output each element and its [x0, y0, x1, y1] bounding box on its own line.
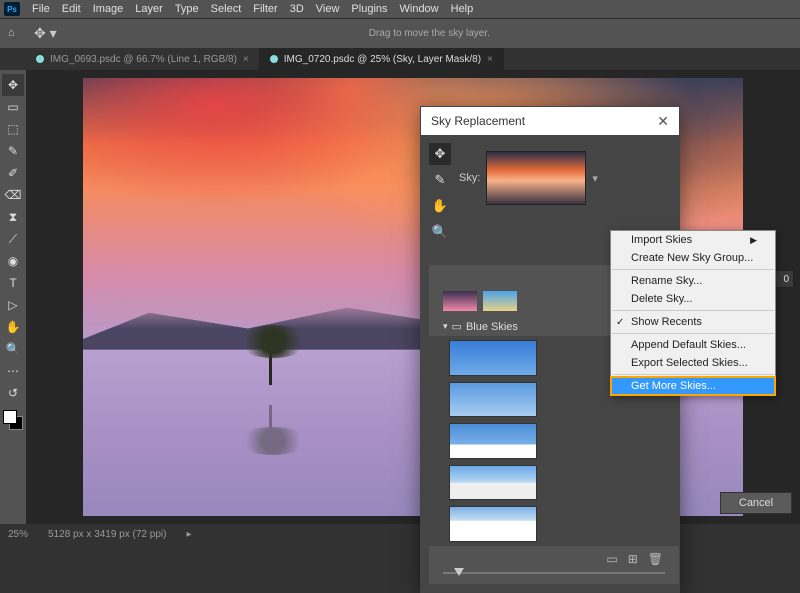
tab-label: IMG_0720.psdc @ 25% (Sky, Layer Mask/8) — [284, 54, 481, 65]
tools-panel: ✥▭⬚✎✐⌫⧗⟋◉T▷✋🔍⋯↺ — [0, 70, 26, 524]
image-dimensions: 5128 px x 3419 px (72 ppi) — [48, 529, 166, 540]
hand-tool[interactable]: ✋ — [429, 195, 451, 217]
menu-3d[interactable]: 3D — [284, 2, 310, 16]
dialog-title: Sky Replacement — [431, 114, 525, 128]
menu-separator — [612, 310, 774, 311]
tool-button[interactable]: ✥ — [2, 74, 24, 96]
tool-button[interactable]: ⬚ — [2, 118, 24, 140]
cloud-icon — [270, 55, 278, 63]
tool-button[interactable]: ✎ — [2, 140, 24, 162]
menu-item-label: Append Default Skies... — [631, 339, 746, 351]
sky-preset-thumb[interactable] — [449, 465, 537, 501]
menu-edit[interactable]: Edit — [56, 2, 87, 16]
tab-label: IMG_0693.psdc @ 66.7% (Line 1, RGB/8) — [50, 54, 237, 65]
menu-item[interactable]: ✓ Show Recents — [611, 313, 775, 331]
tool-button[interactable]: ↺ — [2, 382, 24, 404]
close-icon[interactable]: × — [243, 54, 249, 65]
menu-image[interactable]: Image — [87, 2, 130, 16]
menu-separator — [612, 269, 774, 270]
zoom-level[interactable]: 25% — [8, 529, 28, 540]
menu-filter[interactable]: Filter — [247, 2, 283, 16]
tool-button[interactable]: ✋ — [2, 316, 24, 338]
status-bar: 25% 5128 px x 3419 px (72 ppi) ▸ — [0, 524, 800, 544]
move-sky-tool[interactable]: ✥ — [429, 143, 451, 165]
cloud-icon — [36, 55, 44, 63]
home-icon[interactable]: ⌂ — [8, 27, 24, 41]
app-logo: Ps — [4, 2, 20, 16]
dialog-titlebar[interactable]: Sky Replacement ✕ — [421, 107, 679, 135]
document-tab[interactable]: IMG_0720.psdc @ 25% (Sky, Layer Mask/8) × — [260, 48, 504, 70]
tool-button[interactable]: 🔍 — [2, 338, 24, 360]
document-tab[interactable]: IMG_0693.psdc @ 66.7% (Line 1, RGB/8) × — [26, 48, 260, 70]
tool-button[interactable]: ⟋ — [2, 228, 24, 250]
menu-view[interactable]: View — [310, 2, 346, 16]
menu-item-label: Import Skies — [631, 234, 692, 246]
hint-text: Drag to move the sky layer. — [67, 28, 792, 39]
tool-button[interactable]: ✐ — [2, 162, 24, 184]
recent-sky-thumb[interactable] — [483, 291, 517, 311]
tool-button[interactable]: ⋯ — [2, 360, 24, 382]
trash-icon[interactable]: 🗑 — [648, 552, 663, 566]
cancel-button[interactable]: Cancel — [720, 492, 792, 514]
menu-window[interactable]: Window — [394, 2, 445, 16]
tool-button[interactable]: ⌫ — [2, 184, 24, 206]
chevron-down-icon: ▾ — [443, 321, 448, 332]
document-tabs: IMG_0693.psdc @ 66.7% (Line 1, RGB/8)×IM… — [0, 48, 800, 70]
sky-preset-thumb[interactable] — [449, 382, 537, 418]
menu-type[interactable]: Type — [169, 2, 205, 16]
sky-preset-thumb[interactable] — [449, 340, 537, 376]
menu-item[interactable]: Delete Sky... — [611, 290, 775, 308]
new-icon[interactable]: ⊞ — [628, 552, 638, 566]
menu-help[interactable]: Help — [445, 2, 480, 16]
menu-layer[interactable]: Layer — [129, 2, 169, 16]
check-icon: ✓ — [616, 317, 624, 328]
menu-plugins[interactable]: Plugins — [345, 2, 393, 16]
menu-separator — [612, 333, 774, 334]
folder-icon: ▭ — [452, 320, 462, 333]
menu-separator — [612, 374, 774, 375]
close-icon[interactable]: × — [487, 54, 493, 65]
chevron-right-icon: ▶ — [750, 235, 757, 246]
chevron-down-icon[interactable]: ▾ — [592, 172, 598, 185]
options-bar: ⌂ ✥ ▾ Drag to move the sky layer. — [0, 18, 800, 48]
menu-file[interactable]: File — [26, 2, 56, 16]
menu-item-label: Create New Sky Group... — [631, 252, 753, 264]
status-disclosure[interactable]: ▸ — [186, 529, 191, 540]
menu-item-label: Rename Sky... — [631, 275, 702, 287]
recent-sky-thumb[interactable] — [443, 291, 477, 311]
folder-icon[interactable]: ▭ — [606, 552, 617, 566]
menu-item[interactable]: Create New Sky Group... — [611, 249, 775, 267]
tool-button[interactable]: ▭ — [2, 96, 24, 118]
tool-button[interactable]: T — [2, 272, 24, 294]
menu-item-label: Export Selected Skies... — [631, 357, 748, 369]
menu-item[interactable]: Import Skies ▶ — [611, 231, 775, 249]
sky-thumbnail[interactable] — [486, 151, 586, 205]
tool-button[interactable]: ◉ — [2, 250, 24, 272]
dialog-tools: ✥ ✎ ✋ 🔍 — [429, 143, 451, 243]
sky-brush-tool[interactable]: ✎ — [429, 169, 451, 191]
menu-item[interactable]: Get More Skies... — [611, 377, 775, 395]
menu-item-label: Get More Skies... — [631, 380, 716, 392]
menu-item[interactable]: Export Selected Skies... — [611, 354, 775, 372]
color-swatch[interactable] — [3, 410, 23, 430]
section-label: Blue Skies — [466, 321, 518, 333]
menubar: Ps FileEditImageLayerTypeSelectFilter3DV… — [0, 0, 800, 18]
tool-button[interactable]: ⧗ — [2, 206, 24, 228]
sky-options-menu: Import Skies ▶ Create New Sky Group... Rena… — [610, 230, 776, 396]
close-icon[interactable]: ✕ — [657, 113, 669, 130]
zoom-tool[interactable]: 🔍 — [429, 221, 451, 243]
sky-label: Sky: — [459, 172, 480, 184]
menu-item-label: Delete Sky... — [631, 293, 693, 305]
menu-select[interactable]: Select — [205, 2, 248, 16]
thumbnail-size-slider[interactable] — [435, 568, 673, 578]
menu-item[interactable]: Append Default Skies... — [611, 336, 775, 354]
sky-preset-thumb[interactable] — [449, 423, 537, 459]
sky-preset-thumb[interactable] — [449, 506, 537, 542]
move-tool-indicator[interactable]: ✥ ▾ — [34, 25, 57, 42]
menu-item-label: Show Recents — [631, 316, 702, 328]
menu-item[interactable]: Rename Sky... — [611, 272, 775, 290]
tool-button[interactable]: ▷ — [2, 294, 24, 316]
